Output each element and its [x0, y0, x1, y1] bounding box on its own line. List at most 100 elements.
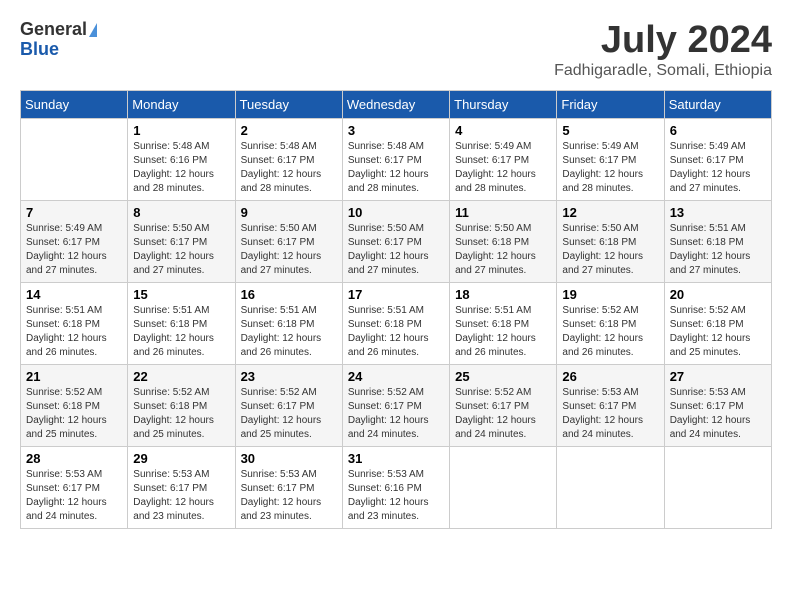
calendar-cell: 21Sunrise: 5:52 AM Sunset: 6:18 PM Dayli… — [21, 364, 128, 446]
calendar-cell — [21, 118, 128, 200]
day-number: 31 — [348, 451, 444, 466]
calendar-cell: 24 Sunrise: 5:52 AM Sunset: 6:17 PM Dayli… — [342, 364, 449, 446]
calendar-cell: 11Sunrise: 5:50 AM Sunset: 6:18 PM Dayli… — [450, 200, 557, 282]
day-detail: Sunrise: 5:50 AM Sunset: 6:17 PM Dayligh… — [241, 222, 337, 278]
day-number: 6 — [670, 123, 766, 138]
day-detail: Sunrise: 5:48 AM Sunset: 6:17 PM Dayligh… — [241, 140, 337, 196]
day-detail: Sunrise: 5:51 AM Sunset: 6:18 PM Dayligh… — [241, 304, 337, 360]
day-number: 20 — [670, 287, 766, 302]
calendar-cell: 23 Sunrise: 5:52 AM Sunset: 6:17 PM Dayli… — [235, 364, 342, 446]
day-number: 25 — [455, 369, 551, 384]
day-detail: Sunrise: 5:53 AM Sunset: 6:17 PM Dayligh… — [241, 468, 337, 524]
calendar-cell: 3Sunrise: 5:48 AM Sunset: 6:17 PM Daylig… — [342, 118, 449, 200]
day-number: 2 — [241, 123, 337, 138]
calendar-cell: 17 Sunrise: 5:51 AM Sunset: 6:18 PM Dayli… — [342, 282, 449, 364]
calendar-cell: 18 Sunrise: 5:51 AM Sunset: 6:18 PM Dayli… — [450, 282, 557, 364]
day-detail: Sunrise: 5:53 AM Sunset: 6:17 PM Dayligh… — [562, 386, 658, 442]
day-number: 3 — [348, 123, 444, 138]
weekday-header-saturday: Saturday — [664, 90, 771, 118]
week-row-5: 28 Sunrise: 5:53 AM Sunset: 6:17 PM Dayli… — [21, 446, 772, 528]
day-detail: Sunrise: 5:52 AM Sunset: 6:17 PM Dayligh… — [241, 386, 337, 442]
calendar-cell: 16 Sunrise: 5:51 AM Sunset: 6:18 PM Dayli… — [235, 282, 342, 364]
day-detail: Sunrise: 5:51 AM Sunset: 6:18 PM Dayligh… — [348, 304, 444, 360]
day-number: 27 — [670, 369, 766, 384]
calendar-cell: 6 Sunrise: 5:49 AM Sunset: 6:17 PM Daylig… — [664, 118, 771, 200]
day-detail: Sunrise: 5:49 AM Sunset: 6:17 PM Dayligh… — [455, 140, 551, 196]
day-number: 4 — [455, 123, 551, 138]
day-number: 9 — [241, 205, 337, 220]
weekday-header-tuesday: Tuesday — [235, 90, 342, 118]
day-number: 21 — [26, 369, 122, 384]
week-row-1: 1 Sunrise: 5:48 AM Sunset: 6:16 PM Daylig… — [21, 118, 772, 200]
day-detail: Sunrise: 5:53 AM Sunset: 6:17 PM Dayligh… — [26, 468, 122, 524]
calendar-cell: 4 Sunrise: 5:49 AM Sunset: 6:17 PM Daylig… — [450, 118, 557, 200]
day-detail: Sunrise: 5:48 AM Sunset: 6:16 PM Dayligh… — [133, 140, 229, 196]
day-number: 8 — [133, 205, 229, 220]
day-detail: Sunrise: 5:49 AM Sunset: 6:17 PM Dayligh… — [562, 140, 658, 196]
week-row-3: 14 Sunrise: 5:51 AM Sunset: 6:18 PM Dayli… — [21, 282, 772, 364]
day-detail: Sunrise: 5:52 AM Sunset: 6:18 PM Dayligh… — [133, 386, 229, 442]
calendar-cell: 1 Sunrise: 5:48 AM Sunset: 6:16 PM Daylig… — [128, 118, 235, 200]
day-number: 19 — [562, 287, 658, 302]
calendar-cell: 13Sunrise: 5:51 AM Sunset: 6:18 PM Dayli… — [664, 200, 771, 282]
day-number: 22 — [133, 369, 229, 384]
day-detail: Sunrise: 5:53 AM Sunset: 6:17 PM Dayligh… — [133, 468, 229, 524]
day-number: 30 — [241, 451, 337, 466]
calendar-cell — [664, 446, 771, 528]
calendar-cell: 10Sunrise: 5:50 AM Sunset: 6:17 PM Dayli… — [342, 200, 449, 282]
day-number: 28 — [26, 451, 122, 466]
day-number: 12 — [562, 205, 658, 220]
weekday-header-wednesday: Wednesday — [342, 90, 449, 118]
day-detail: Sunrise: 5:49 AM Sunset: 6:17 PM Dayligh… — [26, 222, 122, 278]
day-detail: Sunrise: 5:49 AM Sunset: 6:17 PM Dayligh… — [670, 140, 766, 196]
calendar-cell: 30 Sunrise: 5:53 AM Sunset: 6:17 PM Dayli… — [235, 446, 342, 528]
day-detail: Sunrise: 5:50 AM Sunset: 6:18 PM Dayligh… — [562, 222, 658, 278]
day-number: 11 — [455, 205, 551, 220]
calendar-cell — [557, 446, 664, 528]
weekday-header-monday: Monday — [128, 90, 235, 118]
day-number: 17 — [348, 287, 444, 302]
day-number: 24 — [348, 369, 444, 384]
day-number: 7 — [26, 205, 122, 220]
day-detail: Sunrise: 5:51 AM Sunset: 6:18 PM Dayligh… — [133, 304, 229, 360]
day-number: 15 — [133, 287, 229, 302]
calendar-cell: 25Sunrise: 5:52 AM Sunset: 6:17 PM Dayli… — [450, 364, 557, 446]
calendar-table: SundayMondayTuesdayWednesdayThursdayFrid… — [20, 90, 772, 529]
calendar-cell: 9 Sunrise: 5:50 AM Sunset: 6:17 PM Daylig… — [235, 200, 342, 282]
day-number: 10 — [348, 205, 444, 220]
calendar-cell: 12 Sunrise: 5:50 AM Sunset: 6:18 PM Dayli… — [557, 200, 664, 282]
location: Fadhigaradle, Somali, Ethiopia — [554, 62, 772, 80]
day-number: 26 — [562, 369, 658, 384]
day-number: 16 — [241, 287, 337, 302]
calendar-cell: 5Sunrise: 5:49 AM Sunset: 6:17 PM Daylig… — [557, 118, 664, 200]
day-detail: Sunrise: 5:50 AM Sunset: 6:17 PM Dayligh… — [133, 222, 229, 278]
calendar-cell: 19 Sunrise: 5:52 AM Sunset: 6:18 PM Dayli… — [557, 282, 664, 364]
day-detail: Sunrise: 5:53 AM Sunset: 6:17 PM Dayligh… — [670, 386, 766, 442]
calendar-cell: 29Sunrise: 5:53 AM Sunset: 6:17 PM Dayli… — [128, 446, 235, 528]
calendar-cell: 28 Sunrise: 5:53 AM Sunset: 6:17 PM Dayli… — [21, 446, 128, 528]
day-detail: Sunrise: 5:52 AM Sunset: 6:17 PM Dayligh… — [348, 386, 444, 442]
calendar-cell — [450, 446, 557, 528]
calendar-cell: 2 Sunrise: 5:48 AM Sunset: 6:17 PM Daylig… — [235, 118, 342, 200]
logo: General Blue — [20, 20, 97, 60]
calendar-cell: 15 Sunrise: 5:51 AM Sunset: 6:18 PM Dayli… — [128, 282, 235, 364]
logo-blue-text: Blue — [20, 40, 97, 60]
weekday-header-friday: Friday — [557, 90, 664, 118]
day-detail: Sunrise: 5:52 AM Sunset: 6:18 PM Dayligh… — [670, 304, 766, 360]
calendar-cell: 7 Sunrise: 5:49 AM Sunset: 6:17 PM Daylig… — [21, 200, 128, 282]
day-number: 1 — [133, 123, 229, 138]
header: General Blue July 2024 Fadhigaradle, Som… — [20, 20, 772, 80]
day-number: 23 — [241, 369, 337, 384]
day-number: 18 — [455, 287, 551, 302]
calendar-cell: 26 Sunrise: 5:53 AM Sunset: 6:17 PM Dayli… — [557, 364, 664, 446]
calendar-cell: 22 Sunrise: 5:52 AM Sunset: 6:18 PM Dayli… — [128, 364, 235, 446]
day-number: 14 — [26, 287, 122, 302]
weekday-header-sunday: Sunday — [21, 90, 128, 118]
day-detail: Sunrise: 5:52 AM Sunset: 6:18 PM Dayligh… — [562, 304, 658, 360]
calendar-cell: 27 Sunrise: 5:53 AM Sunset: 6:17 PM Dayli… — [664, 364, 771, 446]
day-detail: Sunrise: 5:51 AM Sunset: 6:18 PM Dayligh… — [455, 304, 551, 360]
weekday-header-thursday: Thursday — [450, 90, 557, 118]
calendar-cell: 31Sunrise: 5:53 AM Sunset: 6:16 PM Dayli… — [342, 446, 449, 528]
logo-general-text: General — [20, 20, 87, 40]
month-title: July 2024 — [554, 20, 772, 62]
